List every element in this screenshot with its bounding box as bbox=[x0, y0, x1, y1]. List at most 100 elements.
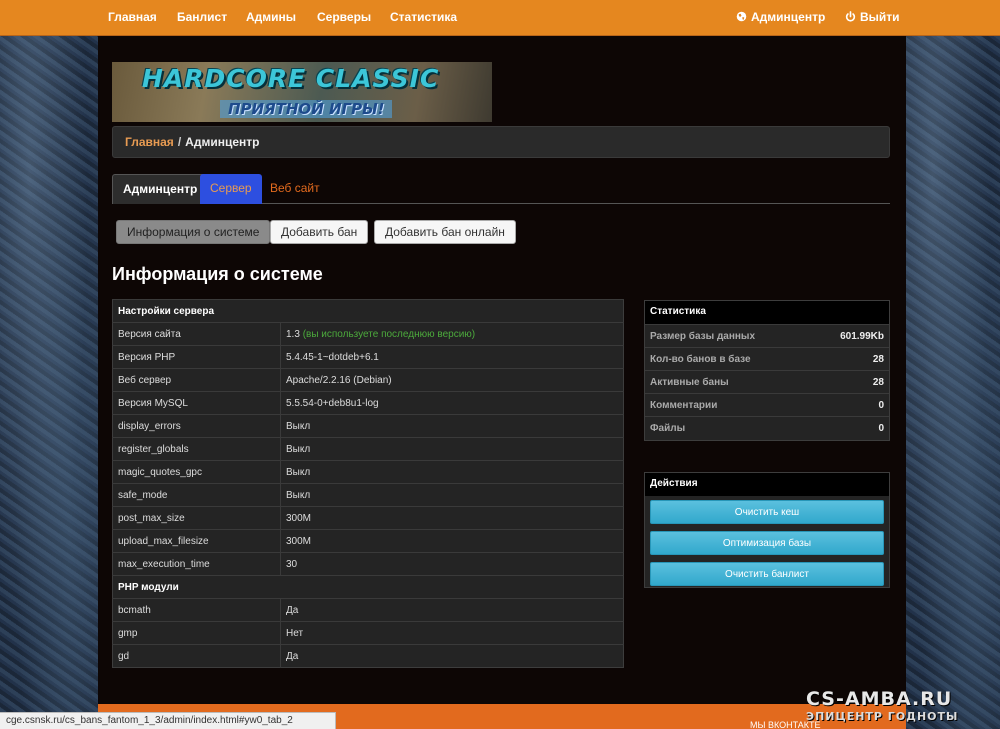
stat-name: Файлы bbox=[645, 416, 812, 440]
sysinfo-button[interactable]: Информация о системе bbox=[116, 220, 271, 244]
setting-value: Выкл bbox=[286, 466, 311, 478]
setting-value-cell: 300M bbox=[280, 529, 624, 553]
setting-value-cell: 1.3 (вы используете последнюю версию) bbox=[280, 322, 624, 346]
stats-panel: Статистика Размер базы данных 601.99Kb Кол… bbox=[644, 300, 890, 441]
setting-name: register_globals bbox=[112, 437, 281, 461]
setting-name: Веб сервер bbox=[112, 368, 281, 392]
stats-row: Активные баны 28 bbox=[645, 370, 889, 394]
section-heading: PHP модули bbox=[112, 575, 624, 599]
setting-value: 300M bbox=[286, 535, 312, 547]
setting-value-cell: Выкл bbox=[280, 414, 624, 438]
setting-value: Да bbox=[286, 650, 299, 662]
stat-value: 0 bbox=[811, 416, 889, 440]
site-banner[interactable]: HARDCORE CLASSIC ПРИЯТНОЙ ИГРЫ! bbox=[112, 62, 492, 122]
setting-name: Версия PHP bbox=[112, 345, 281, 369]
stat-value: 601.99Kb bbox=[811, 324, 889, 348]
table-row: post_max_size 300M bbox=[112, 506, 624, 530]
stats-row: Размер базы данных 601.99Kb bbox=[645, 324, 889, 348]
breadcrumb-current: Админцентр bbox=[185, 135, 260, 149]
actions-panel: Действия Очистить кеш Оптимизация базы О… bbox=[644, 472, 890, 588]
breadcrumb-home[interactable]: Главная bbox=[125, 135, 174, 149]
nav-banlist[interactable]: Банлист bbox=[177, 0, 227, 36]
nav-servers[interactable]: Серверы bbox=[317, 0, 371, 36]
nav-home[interactable]: Главная bbox=[108, 0, 157, 36]
stat-value: 28 bbox=[811, 347, 889, 371]
setting-name: display_errors bbox=[112, 414, 281, 438]
setting-value-cell: 300M bbox=[280, 506, 624, 530]
table-row: safe_mode Выкл bbox=[112, 483, 624, 507]
nav-admins[interactable]: Админы bbox=[246, 0, 296, 36]
banner-title: HARDCORE CLASSIC bbox=[142, 64, 440, 93]
table-row: magic_quotes_gpc Выкл bbox=[112, 460, 624, 484]
actions-heading: Действия bbox=[645, 473, 889, 496]
setting-value-cell: Выкл bbox=[280, 437, 624, 461]
tab-server[interactable]: Сервер bbox=[200, 174, 262, 204]
table-row: register_globals Выкл bbox=[112, 437, 624, 461]
clear-cache-button[interactable]: Очистить кеш bbox=[650, 500, 884, 524]
setting-name: max_execution_time bbox=[112, 552, 281, 576]
setting-value: 5.5.54-0+deb8u1-log bbox=[286, 397, 379, 409]
version-note: (вы используете последнюю версию) bbox=[302, 328, 476, 340]
setting-value-cell: Выкл bbox=[280, 460, 624, 484]
nav-admincenter[interactable]: Админцентр bbox=[736, 0, 825, 36]
setting-value-cell: 5.4.45-1~dotdeb+6.1 bbox=[280, 345, 624, 369]
watermark-line2: ЭПИЦЕНТР ГОДНОТЫ bbox=[806, 710, 959, 723]
setting-name: upload_max_filesize bbox=[112, 529, 281, 553]
page-background-right bbox=[904, 36, 1000, 729]
browser-status-bar: cge.csnsk.ru/cs_bans_fantom_1_3/admin/in… bbox=[0, 712, 336, 729]
setting-name: Версия сайта bbox=[112, 322, 281, 346]
stats-row: Кол-во банов в базе 28 bbox=[645, 347, 889, 371]
setting-value: Нет bbox=[286, 627, 304, 639]
nav-logout[interactable]: Выйти bbox=[845, 0, 900, 36]
clear-banlist-button[interactable]: Очистить банлист bbox=[650, 562, 884, 586]
system-info-table: Настройки сервера Версия сайта 1.3 (вы исп… bbox=[112, 299, 624, 668]
nav-admincenter-label: Админцентр bbox=[751, 10, 826, 24]
breadcrumb: Главная / Админцентр bbox=[112, 126, 890, 158]
watermark: CS-AMBA.RU ЭПИЦЕНТР ГОДНОТЫ bbox=[806, 688, 1000, 729]
nav-logout-label: Выйти bbox=[860, 10, 900, 24]
table-row: bcmath Да bbox=[112, 598, 624, 622]
setting-name: gd bbox=[112, 644, 281, 668]
nav-statistics[interactable]: Статистика bbox=[390, 0, 457, 36]
tab-bar: Админцентр Сервер Веб сайт bbox=[112, 174, 890, 204]
setting-value: 300M bbox=[286, 512, 312, 524]
setting-value-cell: Нет bbox=[280, 621, 624, 645]
setting-value-cell: Apache/2.2.16 (Debian) bbox=[280, 368, 624, 392]
setting-value-cell: Да bbox=[280, 644, 624, 668]
table-section-row: Настройки сервера bbox=[112, 299, 624, 323]
stat-name: Комментарии bbox=[645, 393, 812, 417]
stat-name: Кол-во банов в базе bbox=[645, 347, 812, 371]
setting-value-cell: 5.5.54-0+deb8u1-log bbox=[280, 391, 624, 415]
watermark-line1: CS-AMBA.RU bbox=[806, 688, 953, 710]
stat-value: 28 bbox=[811, 370, 889, 394]
page-title: Информация о системе bbox=[112, 264, 323, 284]
add-ban-button[interactable]: Добавить бан bbox=[270, 220, 369, 244]
breadcrumb-separator: / bbox=[177, 135, 182, 149]
tab-admincenter[interactable]: Админцентр bbox=[112, 174, 209, 204]
optimize-db-button[interactable]: Оптимизация базы bbox=[650, 531, 884, 555]
table-row: Версия PHP 5.4.45-1~dotdeb+6.1 bbox=[112, 345, 624, 369]
stat-value: 0 bbox=[811, 393, 889, 417]
setting-name: post_max_size bbox=[112, 506, 281, 530]
table-row: upload_max_filesize 300M bbox=[112, 529, 624, 553]
stat-name: Активные баны bbox=[645, 370, 812, 394]
main-container: HARDCORE CLASSIC ПРИЯТНОЙ ИГРЫ! Главная /… bbox=[98, 36, 906, 704]
setting-name: safe_mode bbox=[112, 483, 281, 507]
setting-value: Apache/2.2.16 (Debian) bbox=[286, 374, 392, 386]
stats-heading: Статистика bbox=[645, 301, 889, 324]
setting-name: gmp bbox=[112, 621, 281, 645]
setting-value: Выкл bbox=[286, 420, 311, 432]
section-heading: Настройки сервера bbox=[112, 299, 624, 323]
setting-name: magic_quotes_gpc bbox=[112, 460, 281, 484]
add-ban-online-button[interactable]: Добавить бан онлайн bbox=[374, 220, 516, 244]
table-row: Веб сервер Apache/2.2.16 (Debian) bbox=[112, 368, 624, 392]
table-row: Версия сайта 1.3 (вы используете последню… bbox=[112, 322, 624, 346]
setting-value: Выкл bbox=[286, 489, 311, 501]
stats-row: Комментарии 0 bbox=[645, 393, 889, 417]
tab-website[interactable]: Веб сайт bbox=[260, 174, 330, 204]
setting-value-cell: 30 bbox=[280, 552, 624, 576]
table-row: gd Да bbox=[112, 644, 624, 668]
setting-value-cell: Да bbox=[280, 598, 624, 622]
table-row: gmp Нет bbox=[112, 621, 624, 645]
setting-value: Да bbox=[286, 604, 299, 616]
